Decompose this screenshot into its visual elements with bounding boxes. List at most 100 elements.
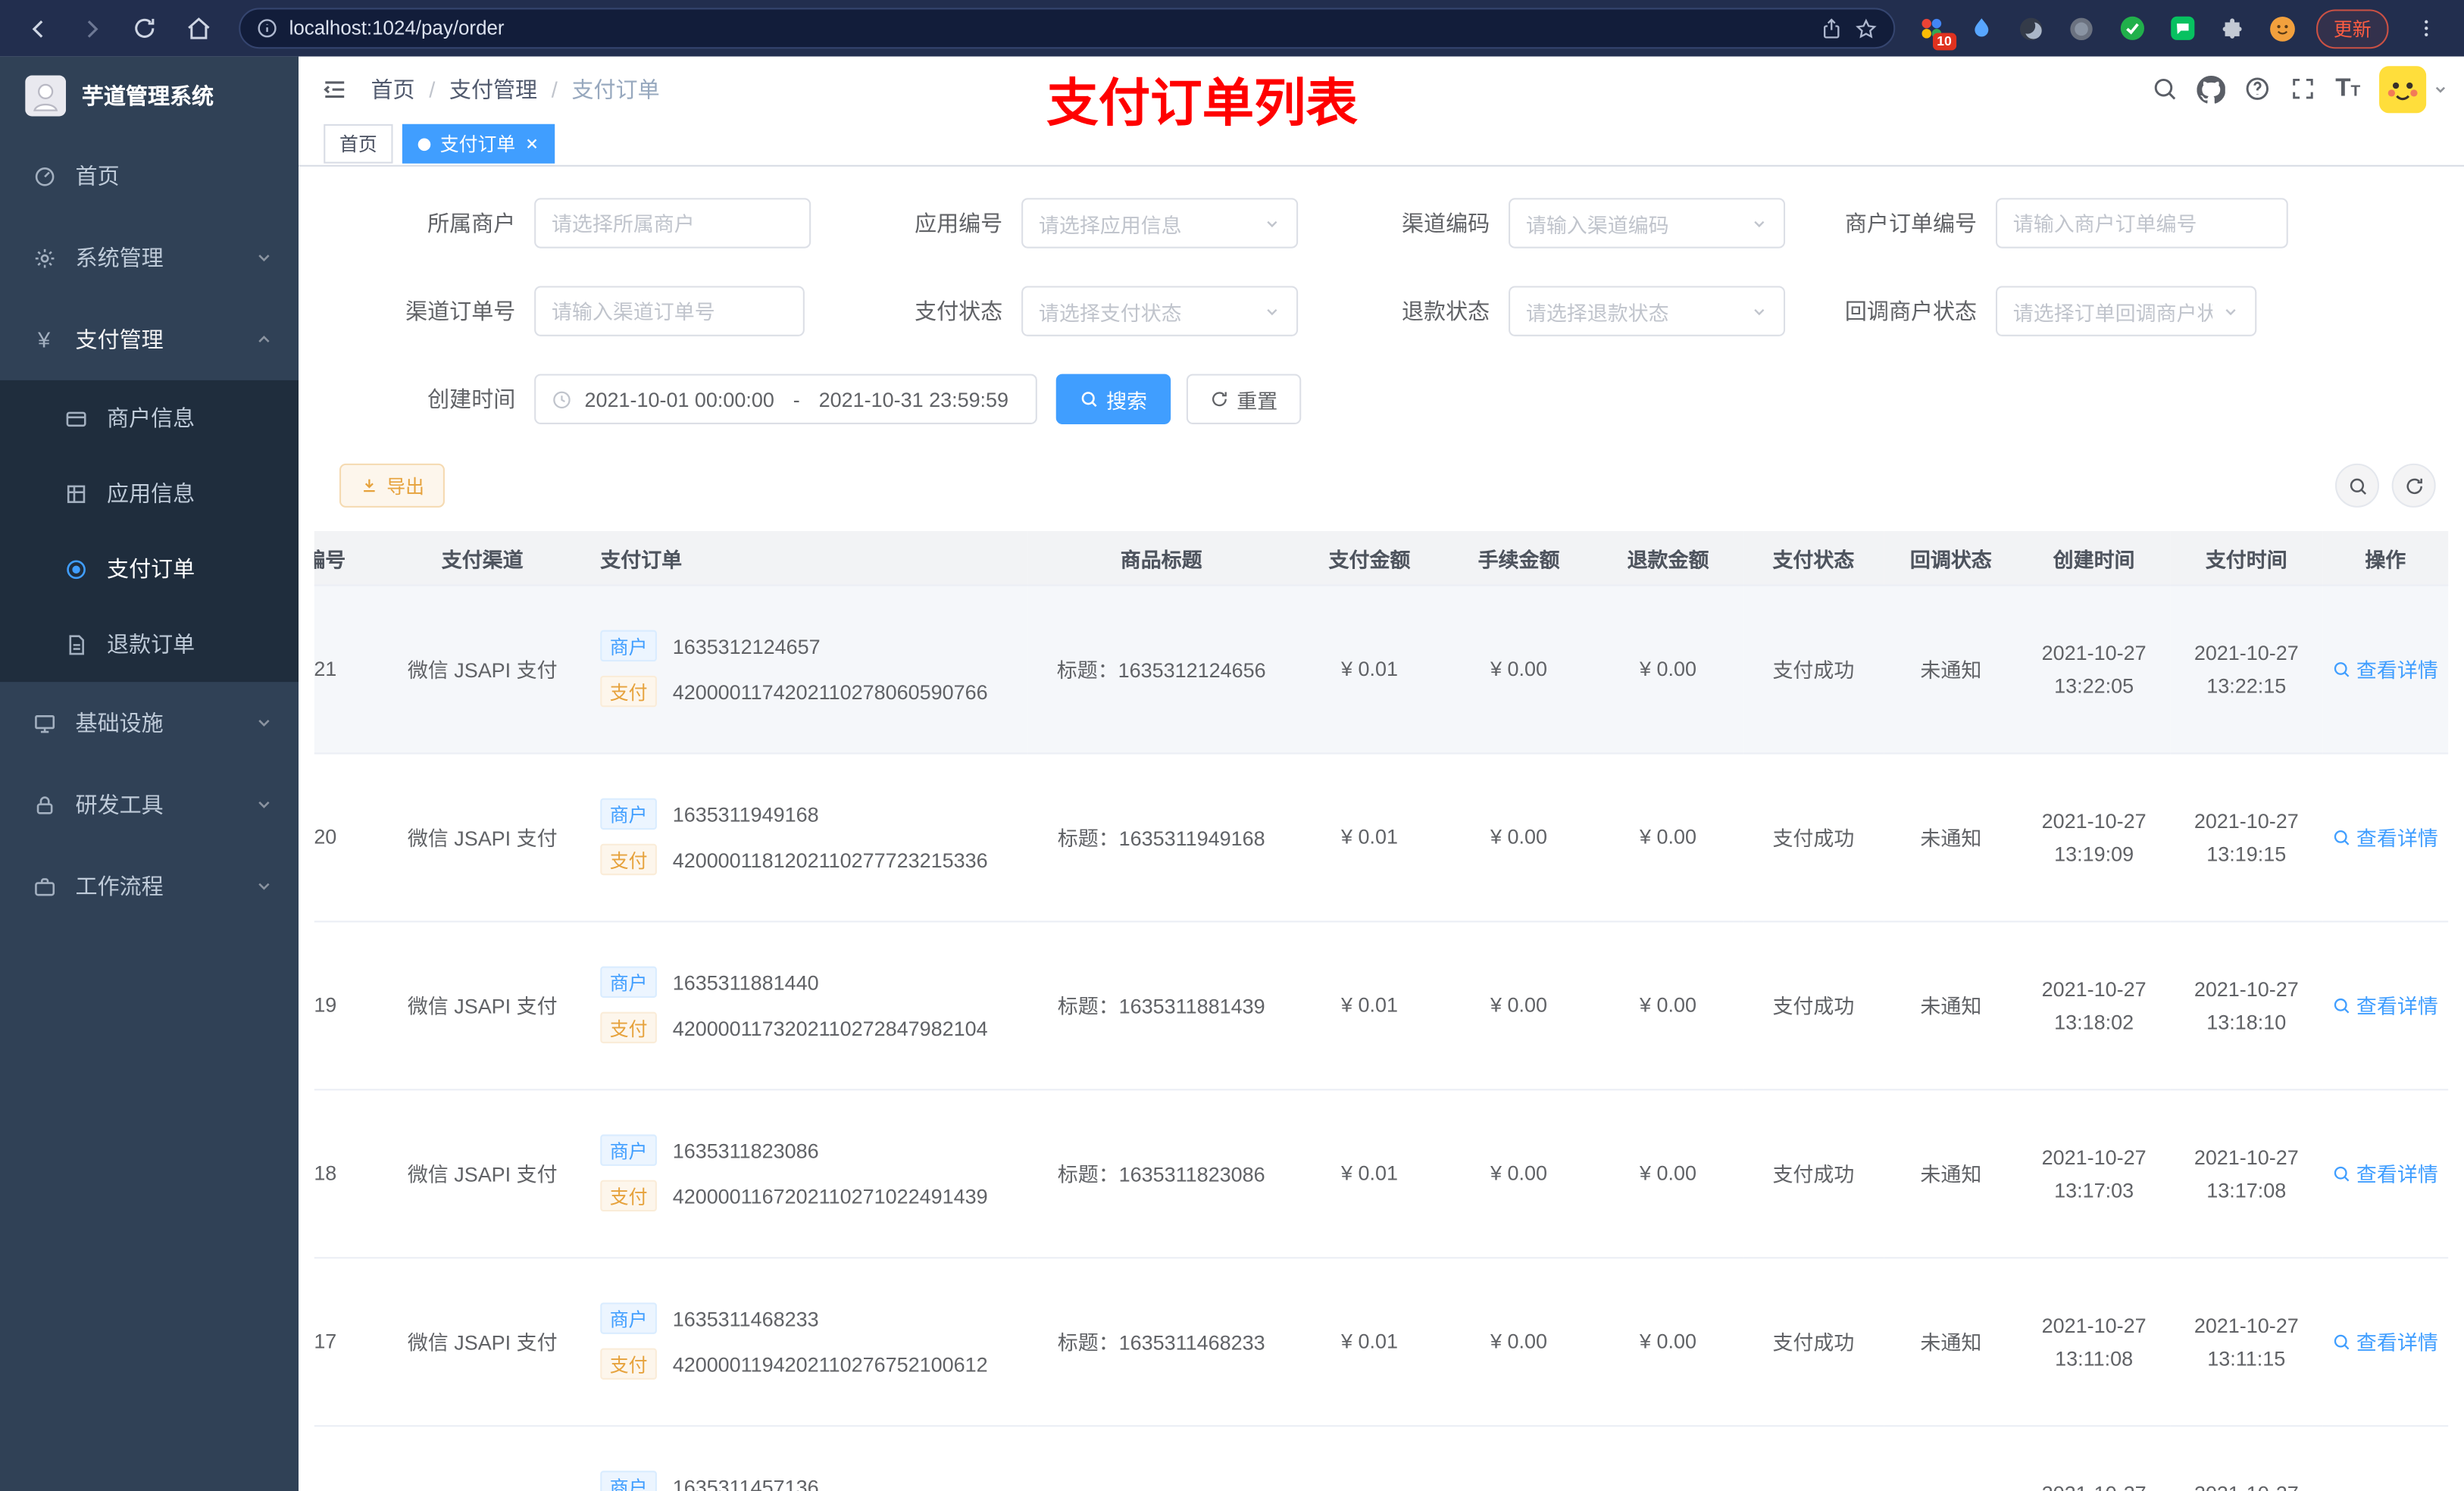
col-create-time: 创建时间 [2018,532,2171,586]
extension-grid-icon[interactable]: 10 [1911,8,1957,51]
magnifier-icon [2334,998,2350,1014]
breadcrumb-current: 支付订单 [571,77,660,102]
channel-code-label: 渠道编码 [1402,211,1490,237]
refresh-table-button[interactable] [2391,464,2436,508]
table-row: 18 微信 JSAPI 支付 商户 1635311823086 支付 4200001… [314,1089,2449,1259]
monitor-icon [31,711,56,734]
toggle-search-button[interactable] [2334,464,2380,508]
chevron-down-icon [255,714,274,733]
address-bar[interactable]: localhost:1024/pay/order [239,8,1896,49]
gear-icon [31,246,56,270]
chevron-down-icon [2222,303,2240,320]
channel-order-no-input[interactable] [534,286,805,337]
cell-order-no: 商户1635311457136 支付4200001190202110271256… [584,1426,1028,1491]
cell-order-no: 商户 1635312124657 支付 4200001174202110278060… [584,585,1028,755]
cell-id: 16 [314,1426,380,1491]
fullscreen-icon[interactable] [2290,76,2316,102]
view-detail-link[interactable]: 查看详情 [2333,655,2438,684]
view-detail-link[interactable]: 查看详情 [2333,1327,2438,1356]
sidebar-item-workflow[interactable]: 工作流程 [0,846,299,927]
col-notify-status: 回调状态 [1884,532,2018,586]
merchant-input[interactable] [534,198,811,249]
check-circle-icon[interactable] [2112,8,2153,48]
cell-channel: 微信 JSAPI 支付 [380,585,585,755]
col-order-no: 支付订单 [584,532,1028,586]
cell-id: 17 [314,1258,380,1427]
breadcrumb-pay[interactable]: 支付管理 [449,73,537,105]
sidebar-item-system[interactable]: 系统管理 [0,217,299,299]
dark-circle-icon[interactable] [2012,8,2053,48]
create-time-range-picker[interactable]: 2021-10-01 00:00:00 - 2021-10-31 23:59:5… [534,374,1037,425]
notify-status-select[interactable]: 请选择订单回调商户状态 [1995,286,2257,337]
question-icon[interactable] [2244,76,2271,102]
puzzle-icon[interactable] [2212,8,2253,48]
chat-square-icon[interactable] [2162,8,2203,48]
cell-fee: ¥ 0.00 [1444,1258,1594,1427]
logo[interactable]: 芋道管理系统 [0,57,299,136]
sidebar-item-home[interactable]: 首页 [0,135,299,217]
close-icon[interactable] [525,136,539,151]
channel-code-select[interactable]: 请输入渠道编码 [1509,198,1786,249]
view-detail-link[interactable]: 查看详情 [2333,991,2438,1021]
cell-pay-time: 2021-10-27 13:17:08 [2170,1089,2323,1259]
cell-pay-status: 支付成功 [1743,921,1884,1091]
col-amount: 支付金额 [1294,532,1445,586]
cell-create-time: 2021-10-27 13:17:03 [2018,1089,2171,1259]
sidebar-item-infra[interactable]: 基础设施 [0,682,299,764]
active-dot [417,137,431,151]
browser-forward-icon[interactable] [66,5,116,52]
pay-submenu: 商户信息 应用信息 支付订单 退款订单 [0,380,299,683]
update-button[interactable]: 更新 [2316,8,2389,48]
app-select[interactable]: 请选择应用信息 [1021,198,1299,249]
search-icon[interactable] [2152,76,2178,102]
url-text[interactable]: localhost:1024/pay/order [289,17,1809,39]
cell-notify-status: 未通知 [1884,585,2018,755]
sidebar-item-pay-order[interactable]: 支付订单 [0,531,299,607]
browser-back-icon[interactable] [13,5,63,52]
pay-badge: 支付 [600,676,657,708]
cell-order-no: 商户 1635311949168 支付 4200001181202110277723… [584,753,1028,923]
browser-home-icon[interactable] [173,5,223,52]
github-icon[interactable] [2197,75,2226,104]
sidebar-item-merchant-info[interactable]: 商户信息 [0,380,299,456]
merchant-badge: 商户 [600,967,657,999]
view-detail-link[interactable]: 查看详情 [2333,823,2438,852]
reset-button[interactable]: 重置 [1186,374,1302,425]
tag-pay-order[interactable]: 支付订单 [402,123,555,164]
table-row: 20 微信 JSAPI 支付 商户 1635311949168 支付 4200001… [314,753,2449,923]
green-circle-icon[interactable] [2062,8,2103,48]
merchant-badge: 商户 [600,1135,657,1167]
range-start[interactable]: 2021-10-01 00:00:00 [585,388,774,411]
range-end[interactable]: 2021-10-31 23:59:59 [819,388,1008,411]
chevron-down-icon [1750,303,1768,320]
browser-reload-icon[interactable] [120,5,170,52]
export-button[interactable]: 导出 [339,464,445,508]
user-menu[interactable] [2379,65,2448,113]
sidebar-item-refund-order[interactable]: 退款订单 [0,607,299,683]
browser-menu-dots-icon[interactable] [2401,5,2451,52]
cell-id: 20 [314,753,380,923]
sidebar-item-app-info[interactable]: 应用信息 [0,455,299,531]
chevron-down-icon [255,795,274,814]
site-info-icon[interactable] [256,17,278,39]
breadcrumb-home[interactable]: 首页 [371,73,414,105]
share-icon[interactable] [1820,17,1843,40]
bookmark-star-icon[interactable] [1854,17,1878,40]
pin-drop-icon[interactable] [1961,8,2002,48]
hamburger-fold-icon[interactable] [299,75,371,103]
logo-title: 芋道管理系统 [81,83,214,109]
refund-status-select[interactable]: 请选择退款状态 [1509,286,1786,337]
page-annotation-title: 支付订单列表 [1046,73,1358,133]
view-detail-link[interactable]: 查看详情 [2333,1159,2438,1189]
table-row: 19 微信 JSAPI 支付 商户 1635311881440 支付 4200001… [314,921,2449,1091]
cell-pay-status: 支付成功 [1743,1089,1884,1259]
font-size-icon[interactable]: TT [2335,76,2360,102]
cell-refund: ¥ 0.00 [1593,1426,1743,1491]
search-button[interactable]: 搜索 [1055,374,1171,425]
sidebar-item-pay[interactable]: ¥ 支付管理 [0,299,299,380]
sidebar-item-dev-tools[interactable]: 研发工具 [0,764,299,846]
merchant-order-no-input[interactable] [1995,198,2288,249]
profile-avatar-icon[interactable] [2263,8,2304,48]
tag-home[interactable]: 首页 [324,123,393,164]
pay-status-select[interactable]: 请选择支付状态 [1021,286,1299,337]
